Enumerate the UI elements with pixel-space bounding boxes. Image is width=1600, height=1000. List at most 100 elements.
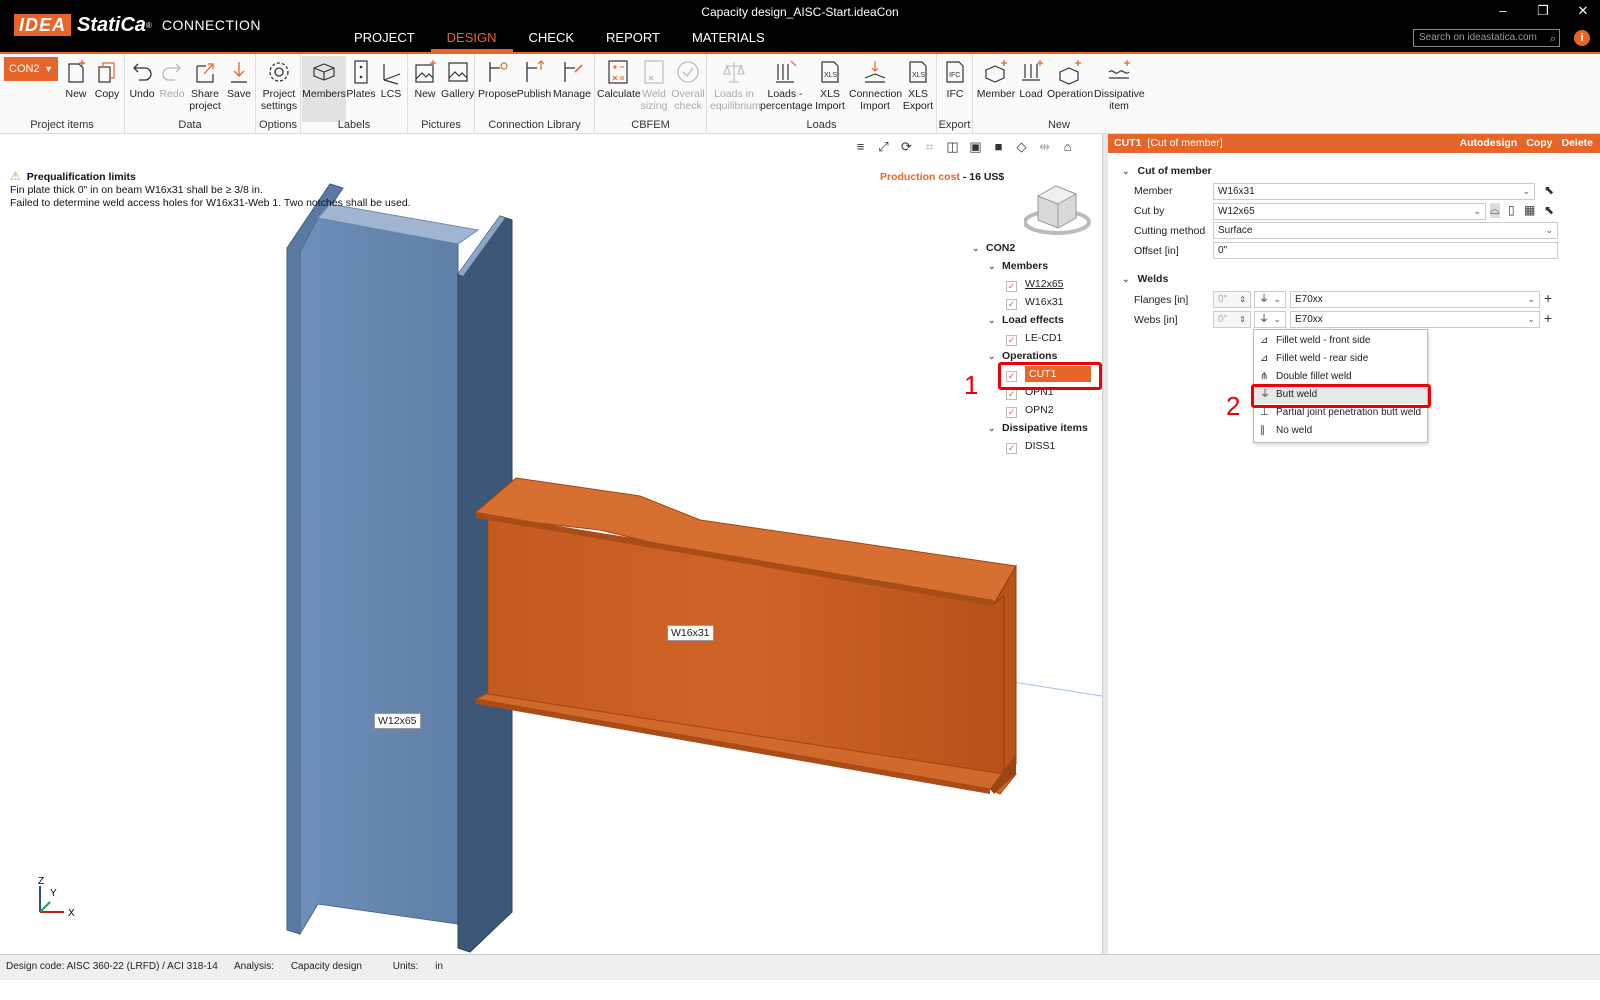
restore-icon[interactable]: ❐ [1536,3,1550,19]
section-cut-of-member[interactable]: ⌄ Cut of member [1122,165,1212,177]
tab-materials[interactable]: MATERIALS [676,29,781,52]
ifc-export-button[interactable]: IFC IFC [939,56,971,114]
section-welds[interactable]: ⌄ Welds [1122,273,1168,285]
tree-load-effects-group[interactable]: ⌄ Load effects [988,312,1064,328]
plane-icon[interactable]: ◇ [1013,138,1030,155]
cut-by-select[interactable]: W12x65 ⌄ [1213,203,1486,220]
chevron-down-icon: ⌄ [1545,225,1553,235]
manage-icon [559,58,585,86]
member-select[interactable]: W16x31 ⌄ [1213,183,1535,200]
webs-size-input[interactable]: 0" ⇕ [1213,311,1251,328]
connection-model[interactable] [0,134,1102,954]
xls-import-button[interactable]: XLS XLS Import [811,56,849,114]
weld-sizing-icon [641,58,667,86]
cutting-method-select[interactable]: Surface ⌄ [1213,222,1558,239]
transparent-icon[interactable]: ▣ [967,138,984,155]
minimize-icon[interactable]: – [1496,3,1510,19]
pick-cursor-icon[interactable]: ⬉ [1544,183,1554,197]
info-icon[interactable]: i [1574,30,1590,46]
home-icon[interactable]: ⌂ [1059,138,1076,155]
tree-dissipative-item[interactable]: ✓ DISS1 [1006,438,1055,454]
panel-subtitle: [Cut of member] [1147,137,1223,149]
section-view-icon[interactable]: ≡ [852,138,869,155]
wireframe-icon[interactable]: ◫ [944,138,961,155]
checkbox-icon: ✓ [1006,407,1017,418]
connection-import-button[interactable]: Connection Import [849,56,902,114]
search-icon[interactable]: ⌕ [1550,31,1556,47]
labels-members-button[interactable]: Members [302,56,346,122]
new-member-button[interactable]: Member [976,56,1016,114]
search-input[interactable]: Search on ideastatica.com ⌕ [1413,29,1560,47]
calculate-button[interactable]: Calculate [597,56,641,114]
copy-item-button[interactable]: Copy [92,56,122,114]
overall-check-button[interactable]: Overall check [671,56,705,114]
weld-sizing-button[interactable]: Weld sizing [639,56,669,114]
save-button[interactable]: Save [224,56,254,114]
beam-label[interactable]: W16x31 [667,625,714,641]
tree-members-group[interactable]: ⌄ Members [988,258,1048,274]
cut-surface-icon[interactable]: ⌓ [1490,203,1500,218]
propose-button[interactable]: Propose [478,56,517,114]
window-title: Capacity design_AISC-Start.ideaCon [701,5,899,19]
tree-root[interactable]: ⌄ CON2 [972,240,1015,256]
cut-plane-icon[interactable]: ▯ [1508,203,1515,217]
new-item-button[interactable]: New [60,56,92,114]
new-dissipative-button[interactable]: Dissipative item [1094,56,1145,114]
new-operation-button[interactable]: Operation [1046,56,1094,114]
share-project-button[interactable]: Share project [187,56,223,114]
close-icon[interactable]: ✕ [1576,3,1590,19]
autodesign-button[interactable]: Autodesign [1459,134,1517,153]
new-load-button[interactable]: Load [1016,56,1046,114]
tab-check[interactable]: CHECK [513,29,591,52]
webs-weld-type-select[interactable]: ⏚ ⌄ [1254,311,1286,328]
copy-button[interactable]: Copy [1526,134,1552,153]
check-icon [675,58,701,86]
navigation-cube[interactable] [1024,182,1094,244]
tree-member-item[interactable]: ✓ W12x65 [1006,276,1064,292]
tab-project[interactable]: PROJECT [338,29,431,52]
manage-button[interactable]: Manage [552,56,592,114]
webs-material-select[interactable]: E70xx ⌄ [1290,311,1540,328]
weld-option-no-weld[interactable]: ∥ No weld [1254,422,1427,440]
tab-design[interactable]: DESIGN [430,29,513,52]
connection-select[interactable]: CON2 ▼ [4,57,58,81]
chevron-down-icon: ⌄ [972,243,980,253]
solid-icon[interactable]: ■ [990,138,1007,155]
publish-button[interactable]: Publish [516,56,552,114]
tree-dissipative-group[interactable]: ⌄ Dissipative items [988,420,1088,436]
column-label[interactable]: W12x65 [374,713,421,729]
tree-load-item[interactable]: ✓ LE-CD1 [1006,330,1062,346]
new-picture-button[interactable]: New [410,56,440,114]
zoom-fit-icon[interactable]: ⤢ [875,138,892,155]
flanges-material-select[interactable]: E70xx ⌄ [1290,291,1540,308]
crop-icon[interactable]: ⌗ [921,138,938,155]
cut-mesh-icon[interactable]: ▦ [1524,203,1535,217]
weld-option-fillet-rear[interactable]: ⊿ Fillet weld - rear side [1254,350,1427,368]
flanges-weld-type-select[interactable]: ⏚ ⌄ [1254,291,1286,308]
xls-export-button[interactable]: XLS XLS Export [901,56,935,114]
logo-product: CONNECTION [161,17,261,33]
delete-button[interactable]: Delete [1561,134,1593,153]
mirror-icon[interactable]: ⇹ [1036,138,1053,155]
labels-plates-button[interactable]: Plates [346,56,376,114]
loads-equilibrium-button[interactable]: Loads in equilibrium [710,56,761,114]
warning-line: Failed to determine weld access holes fo… [10,197,411,209]
loads-percentage-button[interactable]: Loads - percentage [760,56,813,114]
tree-member-item[interactable]: ✓ W16x31 [1006,294,1064,310]
3d-viewport[interactable]: ≡ ⤢ ⟳ ⌗ ◫ ▣ ■ ◇ ⇹ ⌂ ⚠ Prequalification li… [0,134,1102,954]
project-settings-button[interactable]: Project settings [258,56,300,114]
rotate-icon[interactable]: ⟳ [898,138,915,155]
labels-lcs-button[interactable]: LCS [376,56,406,114]
weld-option-fillet-front[interactable]: ⊿ Fillet weld - front side [1254,332,1427,350]
pick-cursor-icon[interactable]: ⬉ [1544,203,1554,217]
undo-button[interactable]: Undo [127,56,157,114]
gallery-button[interactable]: Gallery [441,56,474,114]
add-icon[interactable]: + [1544,290,1552,306]
offset-input[interactable]: 0" [1213,242,1558,259]
flanges-size-input[interactable]: 0" ⇕ [1213,291,1251,308]
add-icon[interactable]: + [1544,310,1552,326]
gallery-icon [445,58,471,86]
redo-button[interactable]: Redo [157,56,187,114]
tree-operation-item[interactable]: ✓ OPN2 [1006,402,1054,418]
tab-report[interactable]: REPORT [590,29,676,52]
